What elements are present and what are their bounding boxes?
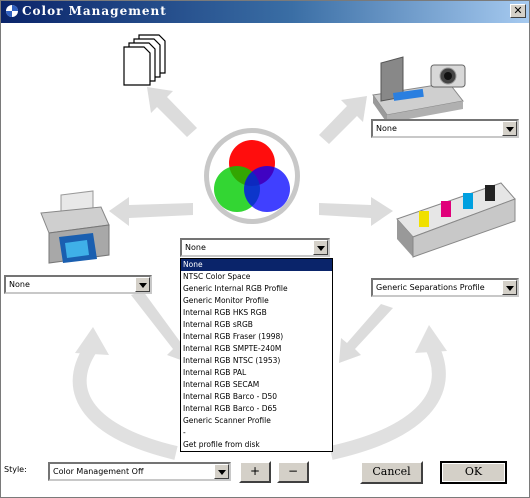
arrow-loop-right [329,341,446,460]
dropdown-option[interactable]: None [181,259,332,271]
output-profile-select[interactable]: None [4,275,152,294]
rgb-profile-select[interactable]: None [180,238,330,257]
arrow-to-printer [109,197,193,226]
dropdown-option[interactable]: - [181,427,332,439]
arrow-loop-right-head [415,325,447,353]
scanner-camera-icon [372,56,466,123]
color-management-window: Color Management ✕ None None None Generi… [0,0,530,498]
rgb-profile-dropdown-list[interactable]: None NTSC Color Space Generic Internal RGB… [180,258,333,452]
close-button[interactable]: ✕ [510,4,526,18]
separations-profile-value: Generic Separations Profile [376,283,485,292]
arrow-to-documents [147,87,197,137]
input-profile-select[interactable]: None [371,119,519,138]
dropdown-option[interactable]: Internal RGB Fraser (1998) [181,331,332,343]
output-profile-value: None [9,280,30,289]
rgb-profile-value: None [185,243,206,252]
style-label: Style: [4,465,27,474]
input-profile-value: None [376,124,397,133]
chevron-down-icon[interactable] [502,121,517,136]
workflow-canvas: None None None Generic Separations Profi… [1,23,529,497]
dropdown-option[interactable]: Internal RGB SMPTE-240M [181,343,332,355]
arrow-press-down [339,304,393,363]
dropdown-option[interactable]: Internal RGB NTSC (1953) [181,355,332,367]
dropdown-option[interactable]: Internal RGB sRGB [181,319,332,331]
printer-icon [40,190,110,264]
chevron-down-icon[interactable] [502,280,517,295]
press-icon [396,182,516,258]
arrow-loop-left-head [75,327,109,355]
cancel-button[interactable]: Cancel [360,461,423,484]
style-value: Color Management Off [53,467,144,476]
dropdown-option[interactable]: Internal RGB SECAM [181,379,332,391]
color-wheel-icon [6,5,18,17]
dropdown-option[interactable]: Internal RGB Barco - D65 [181,403,332,415]
documents-icon [123,34,166,86]
title-bar[interactable]: Color Management ✕ [1,1,529,23]
dropdown-option[interactable]: Generic Scanner Profile [181,415,332,427]
dropdown-option[interactable]: Internal RGB HKS RGB [181,307,332,319]
dropdown-option[interactable]: Internal RGB PAL [181,367,332,379]
arrow-loop-left [72,344,178,460]
dropdown-option[interactable]: Generic Monitor Profile [181,295,332,307]
rgb-circles-icon [204,128,300,224]
arrow-to-press [319,197,393,226]
chevron-down-icon[interactable] [214,464,229,479]
separations-profile-select[interactable]: Generic Separations Profile [371,278,519,297]
style-select[interactable]: Color Management Off [48,462,231,481]
dropdown-option[interactable]: Generic Internal RGB Profile [181,283,332,295]
add-style-button[interactable]: + [239,461,271,483]
dropdown-option[interactable]: Internal RGB Barco - D50 [181,391,332,403]
dropdown-option[interactable]: NTSC Color Space [181,271,332,283]
remove-style-button[interactable]: − [277,461,309,483]
chevron-down-icon[interactable] [135,277,150,292]
ok-button[interactable]: OK [440,461,507,484]
arrow-from-scanner [319,96,367,144]
dropdown-option[interactable]: Get profile from disk [181,439,332,451]
chevron-down-icon[interactable] [313,240,328,255]
window-title: Color Management [22,4,167,18]
